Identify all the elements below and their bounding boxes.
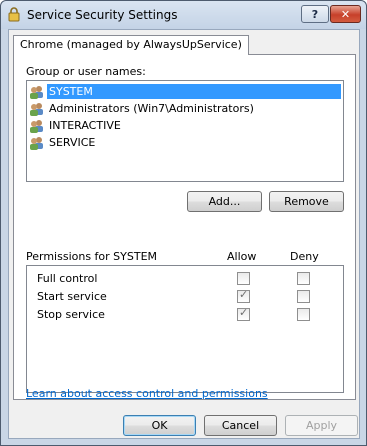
list-item-label: SYSTEM (47, 84, 341, 99)
permission-row: Full control (27, 270, 343, 288)
allow-checkbox[interactable] (237, 288, 250, 303)
ok-button[interactable]: OK (123, 415, 196, 436)
lock-icon (8, 7, 20, 22)
users-icon (30, 136, 43, 150)
deny-checkbox[interactable] (297, 272, 310, 285)
list-item[interactable]: Administrators (Win7\Administrators) (29, 100, 341, 117)
list-item[interactable]: INTERACTIVE (29, 117, 341, 134)
permission-name: Full control (37, 272, 98, 285)
access-control-help-link[interactable]: Learn about access control and permissio… (26, 387, 268, 400)
tab-panel: Group or user names: SYSTEM Administrato… (13, 54, 356, 400)
help-icon: ? (311, 7, 319, 21)
permission-name: Start service (37, 290, 107, 303)
window-title: Service Security Settings (27, 8, 178, 22)
remove-button[interactable]: Remove (269, 191, 344, 212)
dialog-client-area: Chrome (managed by AlwaysUpService) Grou… (8, 29, 360, 439)
allow-column-header: Allow (227, 250, 257, 263)
allow-checkbox[interactable] (237, 306, 250, 321)
deny-checkbox[interactable] (297, 290, 310, 303)
help-button[interactable]: ? (301, 5, 329, 23)
permissions-list: Full control Start service Stop service (26, 265, 344, 393)
permission-row: Stop service (27, 306, 343, 324)
add-button[interactable]: Add... (187, 191, 262, 212)
allow-checkbox[interactable] (237, 272, 250, 285)
list-item-label: Administrators (Win7\Administrators) (49, 102, 254, 115)
close-icon: ✕ (340, 7, 351, 21)
permission-row: Start service (27, 288, 343, 306)
list-item-label: SERVICE (49, 136, 96, 149)
users-icon (30, 85, 43, 99)
deny-column-header: Deny (290, 250, 319, 263)
users-icon (30, 102, 43, 116)
dialog-window: Service Security Settings ? ✕ Chrome (ma… (0, 0, 367, 446)
tab-service[interactable]: Chrome (managed by AlwaysUpService) (13, 35, 249, 55)
permission-name: Stop service (37, 308, 105, 321)
list-item-label: INTERACTIVE (49, 119, 121, 132)
permissions-heading: Permissions for SYSTEM (26, 250, 158, 263)
apply-button[interactable]: Apply (285, 415, 358, 436)
cancel-button[interactable]: Cancel (204, 415, 277, 436)
group-heading: Group or user names: (26, 65, 146, 78)
list-item[interactable]: SYSTEM (29, 83, 341, 100)
close-button[interactable]: ✕ (330, 5, 361, 23)
users-icon (30, 119, 43, 133)
title-bar[interactable]: Service Security Settings ? ✕ (1, 1, 366, 29)
group-listbox[interactable]: SYSTEM Administrators (Win7\Administrato… (26, 80, 344, 182)
list-item[interactable]: SERVICE (29, 134, 341, 151)
deny-checkbox[interactable] (297, 308, 310, 321)
